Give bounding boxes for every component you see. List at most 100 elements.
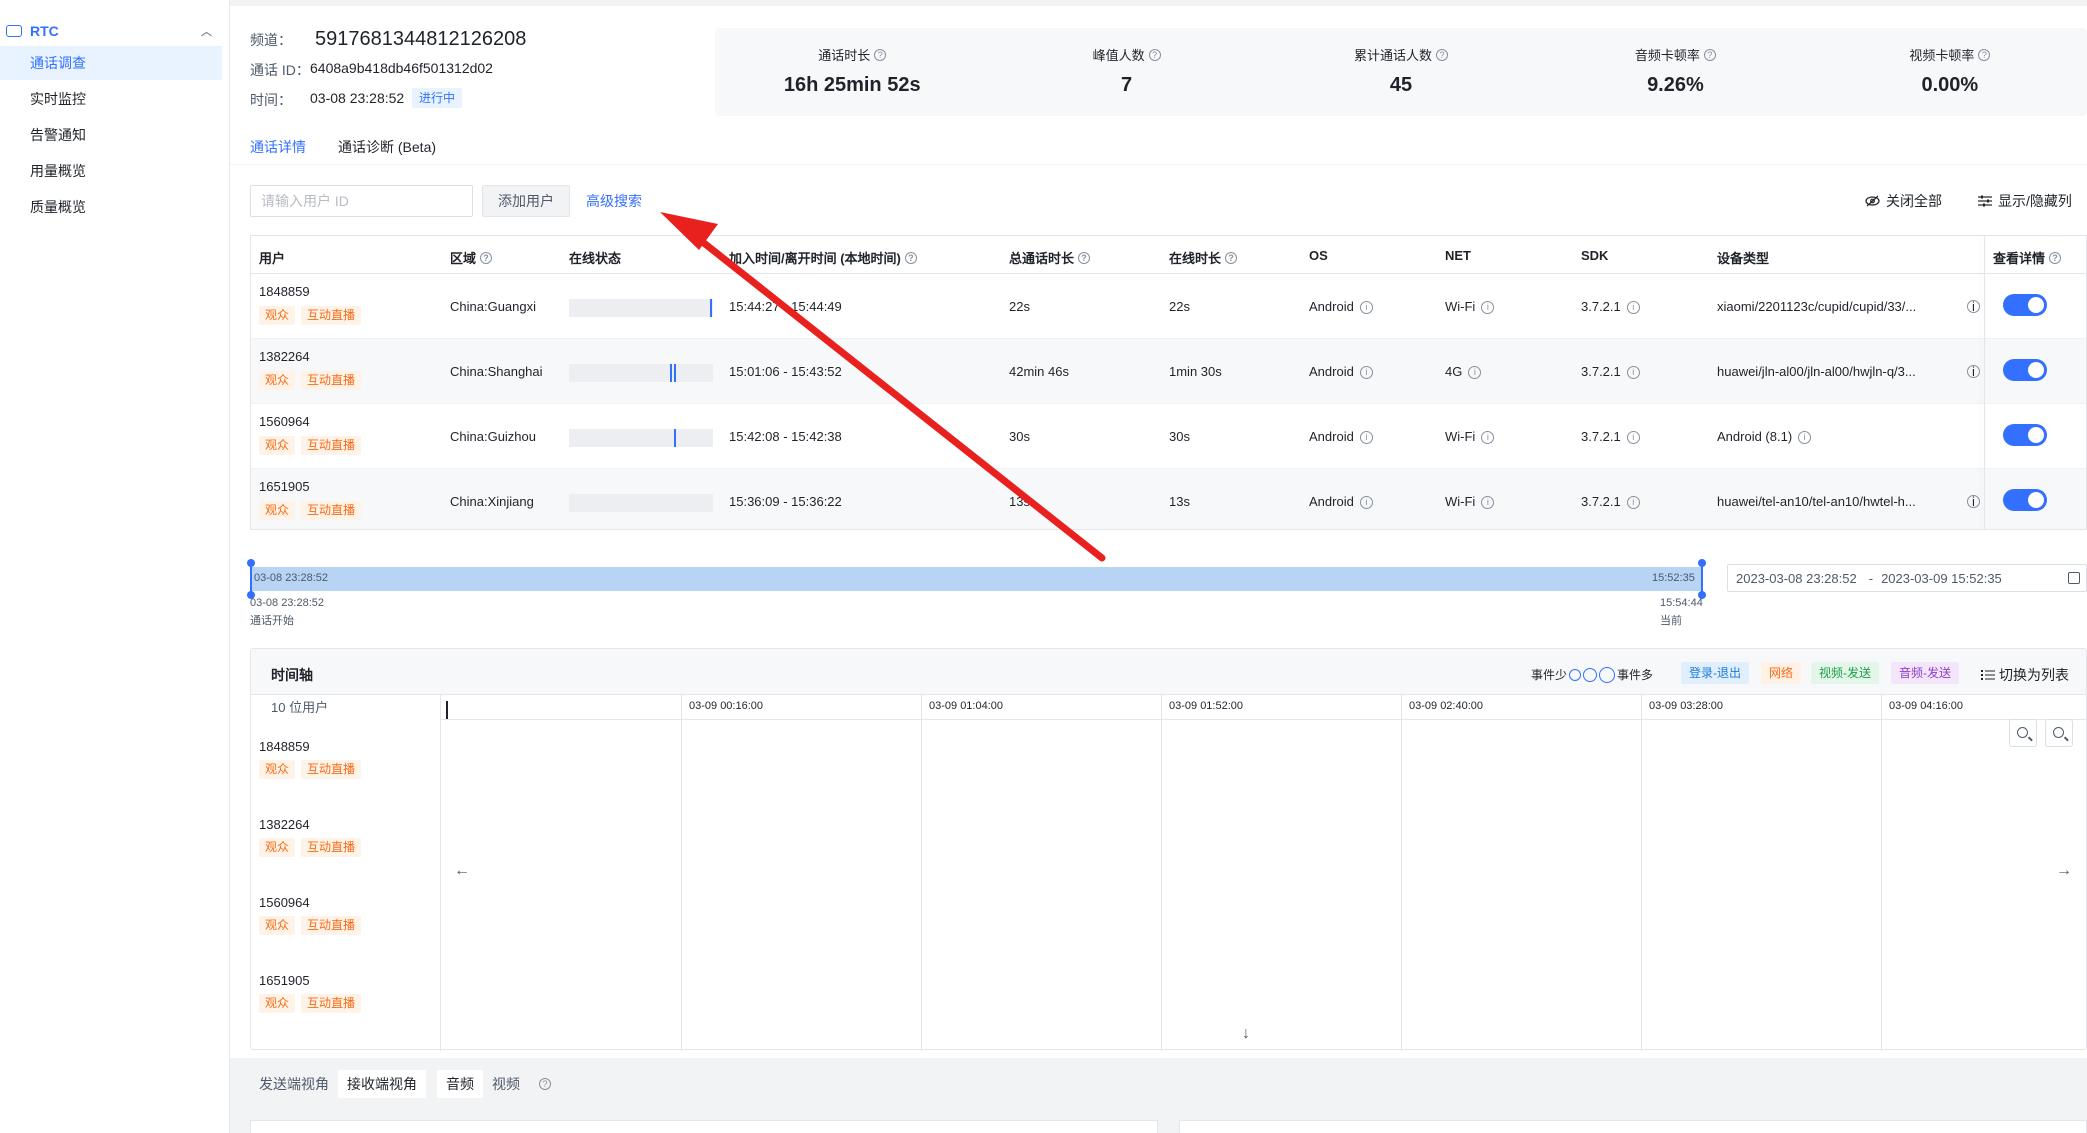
help-icon[interactable]: ? bbox=[874, 48, 887, 61]
region: China:Xinjiang bbox=[450, 494, 534, 509]
timeline-title: 时间轴 bbox=[271, 667, 313, 683]
event-density-control[interactable]: 事件少 事件多 bbox=[1531, 666, 1653, 683]
view-details-toggle[interactable] bbox=[2003, 489, 2047, 511]
help-icon[interactable]: ? bbox=[1703, 48, 1716, 61]
legend-network[interactable]: 网络 bbox=[1761, 662, 1802, 684]
info-icon[interactable]: i bbox=[1359, 496, 1373, 510]
timeline-tick: 03-09 03:28:00 bbox=[1649, 700, 1724, 712]
density-small-icon[interactable] bbox=[1569, 668, 1582, 681]
receiver-perspective-option[interactable]: 接收端视角 bbox=[338, 1070, 426, 1098]
arrow-right-icon[interactable]: → bbox=[2056, 862, 2072, 880]
help-icon[interactable]: ? bbox=[539, 1078, 551, 1090]
stat-value: 7 bbox=[1121, 74, 1133, 96]
range-end-handle[interactable] bbox=[1698, 559, 1706, 599]
help-icon[interactable]: ? bbox=[1436, 48, 1449, 61]
info-icon[interactable]: i bbox=[1626, 496, 1640, 510]
role-tag: 观众 bbox=[259, 838, 296, 857]
help-icon[interactable]: ? bbox=[1078, 251, 1091, 264]
sidebar-section-rtc[interactable]: RTC ︿ bbox=[0, 20, 230, 42]
sliders-icon bbox=[1978, 195, 1992, 207]
legend-login-logout[interactable]: 登录-退出 bbox=[1681, 662, 1749, 684]
range-start-caption: 通话开始 bbox=[250, 615, 294, 627]
zoom-out-button[interactable] bbox=[2009, 719, 2037, 747]
join-leave-time: 15:42:08 - 15:42:38 bbox=[729, 429, 842, 444]
online-status-mark bbox=[670, 364, 672, 382]
video-option[interactable]: 视频 bbox=[483, 1070, 529, 1098]
switch-to-list-button[interactable]: 切换为列表 bbox=[1981, 665, 2069, 685]
user-id: 1651905 bbox=[259, 479, 310, 494]
net: 4G i bbox=[1445, 364, 1482, 380]
device-type: huawei/tel-an10/tel-an10/hwtel-h... bbox=[1717, 494, 1916, 509]
info-icon[interactable]: i bbox=[1626, 301, 1640, 315]
info-icon[interactable]: i bbox=[1481, 301, 1495, 315]
range-start-handle[interactable] bbox=[247, 559, 255, 599]
info-icon[interactable]: i bbox=[1626, 431, 1640, 445]
timeline-tick: 03-09 01:04:00 bbox=[929, 700, 1004, 712]
close-all-button[interactable]: 关闭全部 bbox=[1865, 191, 1942, 211]
user-id-input[interactable] bbox=[250, 185, 473, 217]
date-range-picker[interactable]: 2023-03-08 23:28:52 - 2023-03-09 15:52:3… bbox=[1727, 564, 2087, 592]
timeline-cursor[interactable] bbox=[446, 701, 448, 719]
info-icon[interactable]: i bbox=[1798, 431, 1812, 445]
show-hide-columns-label: 显示/隐藏列 bbox=[1998, 193, 2072, 209]
sidebar-item-quality[interactable]: 质量概览 bbox=[0, 190, 222, 224]
timeline-tick: 03-09 00:16:00 bbox=[689, 700, 764, 712]
online-status-bar bbox=[569, 494, 713, 512]
stat-peak-users: 峰值人数? 7 bbox=[989, 28, 1263, 116]
online-status-bar bbox=[569, 364, 713, 382]
timeline-gridline bbox=[1881, 695, 1882, 1051]
help-icon[interactable]: ? bbox=[904, 251, 917, 264]
col-join-leave: 加入时间/离开时间 (本地时间)? bbox=[729, 248, 917, 267]
sender-perspective-option[interactable]: 发送端视角 bbox=[250, 1070, 338, 1098]
legend-video-send[interactable]: 视频-发送 bbox=[1811, 662, 1879, 684]
info-icon[interactable]: i bbox=[1967, 495, 1980, 508]
arrow-down-icon[interactable]: ↓ bbox=[1242, 1025, 1250, 1043]
sidebar-item-call-investigation[interactable]: 通话调查 bbox=[0, 46, 222, 80]
total-duration: 22s bbox=[1009, 299, 1030, 314]
view-details-toggle[interactable] bbox=[2003, 294, 2047, 316]
sidebar-item-realtime-monitor[interactable]: 实时监控 bbox=[0, 82, 222, 116]
add-user-button[interactable]: 添加用户 bbox=[482, 185, 570, 217]
stat-call-duration: 通话时长? 16h 25min 52s bbox=[715, 28, 989, 116]
help-icon[interactable]: ? bbox=[1225, 251, 1238, 264]
status-badge: 进行中 bbox=[412, 88, 463, 108]
info-icon[interactable]: i bbox=[1626, 366, 1640, 380]
help-icon[interactable]: ? bbox=[2049, 251, 2062, 264]
info-icon[interactable]: i bbox=[1359, 366, 1373, 380]
user-tags: 观众 互动直播 bbox=[259, 436, 367, 455]
role-tag: 观众 bbox=[259, 306, 296, 325]
density-medium-icon[interactable] bbox=[1583, 667, 1598, 682]
mode-tag: 互动直播 bbox=[301, 760, 362, 779]
region: China:Shanghai bbox=[450, 364, 543, 379]
info-icon[interactable]: i bbox=[1481, 431, 1495, 445]
info-icon[interactable]: i bbox=[1468, 366, 1482, 380]
view-details-toggle[interactable] bbox=[2003, 424, 2047, 446]
advanced-search-link[interactable]: 高级搜索 bbox=[586, 191, 642, 211]
zoom-in-button[interactable] bbox=[2045, 719, 2073, 747]
online-duration: 22s bbox=[1169, 299, 1190, 314]
arrow-left-icon[interactable]: ← bbox=[454, 862, 470, 880]
info-icon[interactable]: i bbox=[1967, 300, 1980, 313]
chevron-up-icon[interactable]: ︿ bbox=[201, 23, 212, 39]
col-region: 区域? bbox=[450, 248, 493, 267]
range-track[interactable] bbox=[250, 567, 1702, 591]
info-icon[interactable]: i bbox=[1481, 496, 1495, 510]
sdk: 3.7.2.1 i bbox=[1581, 364, 1640, 380]
help-icon[interactable]: ? bbox=[1978, 48, 1991, 61]
info-icon[interactable]: i bbox=[1967, 365, 1980, 378]
info-icon[interactable]: i bbox=[1359, 301, 1373, 315]
mode-tag: 互动直播 bbox=[301, 501, 362, 520]
view-details-toggle[interactable] bbox=[2003, 359, 2047, 381]
timeline-tick: 03-09 02:40:00 bbox=[1409, 700, 1484, 712]
density-large-icon[interactable] bbox=[1599, 666, 1616, 683]
help-icon[interactable]: ? bbox=[480, 251, 493, 264]
info-icon[interactable]: i bbox=[1359, 431, 1373, 445]
audio-option[interactable]: 音频 bbox=[437, 1070, 483, 1098]
help-icon[interactable]: ? bbox=[1148, 48, 1161, 61]
legend-audio-send[interactable]: 音频-发送 bbox=[1891, 662, 1959, 684]
sidebar-item-alerts[interactable]: 告警通知 bbox=[0, 118, 222, 152]
sidebar-item-usage[interactable]: 用量概览 bbox=[0, 154, 222, 188]
online-status-mark bbox=[674, 364, 676, 382]
show-hide-columns-button[interactable]: 显示/隐藏列 bbox=[1978, 191, 2072, 211]
timeline-header: 时间轴 事件少 事件多 登录-退出 网络 视频-发送 音频-发送 切换为列表 bbox=[251, 649, 2086, 695]
